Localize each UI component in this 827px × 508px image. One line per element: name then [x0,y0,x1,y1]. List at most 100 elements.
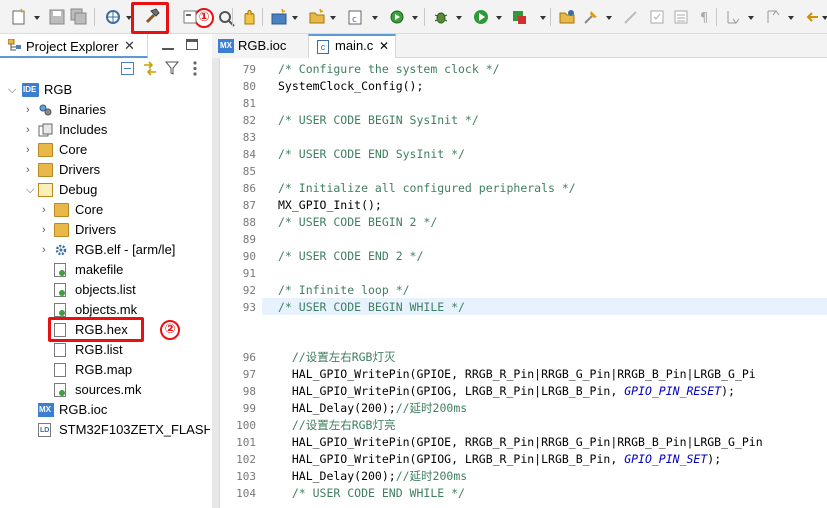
tree-item-debug-drivers[interactable]: › Drivers [0,220,210,240]
properties-icon[interactable] [182,8,200,26]
maximize-icon[interactable] [186,39,198,50]
tree-item-label: Drivers [59,162,101,177]
code-line[interactable]: SystemClock_Config(); [278,78,423,95]
tab-project-explorer[interactable]: Project Explorer ✕ [0,34,148,58]
new-source-icon[interactable]: c [346,8,364,26]
new-folder-icon[interactable] [308,8,326,26]
tree-item-sources-mk[interactable]: sources.mk [0,380,210,400]
pin-dropdown-icon[interactable] [606,16,612,20]
chevron-right-icon[interactable]: › [26,140,36,160]
chevron-right-icon[interactable]: › [42,220,52,240]
code-line[interactable]: /* Initialize all configured peripherals… [278,180,576,197]
debug-config-icon[interactable] [104,8,122,26]
next-annotation-icon[interactable] [724,8,742,26]
new-project-icon[interactable] [270,8,288,26]
pin-icon[interactable] [582,8,600,26]
collapse-all-icon[interactable] [121,62,134,75]
new-project-dropdown-icon[interactable] [292,16,298,20]
stop-dropdown-icon[interactable] [540,16,546,20]
chevron-down-icon[interactable]: ⌵ [26,180,36,200]
new-source-dropdown-icon[interactable] [372,16,378,20]
code-line[interactable]: //设置左右RGB灯灭 [278,349,396,366]
bug-icon[interactable] [432,8,450,26]
code-editor[interactable]: /* Configure the system clock */SystemCl… [212,58,827,508]
editor-annotation-ruler [212,58,220,508]
tab-rgb-ioc[interactable]: MX RGB.ioc [212,34,308,58]
tree-item-rgb-ioc[interactable]: MX RGB.ioc [0,400,210,420]
code-line[interactable]: HAL_GPIO_WritePin(GPIOG, LRGB_R_Pin|LRGB… [278,451,721,468]
mark-icon[interactable] [672,8,690,26]
open-task-icon[interactable] [558,8,576,26]
tree-item-rgb-map[interactable]: RGB.map [0,360,210,380]
link-with-editor-icon[interactable] [142,61,158,76]
new-folder-dropdown-icon[interactable] [330,16,336,20]
view-menu-icon[interactable] [192,60,198,77]
code-line[interactable]: /* USER CODE END WHILE */ [278,485,465,502]
hand-icon[interactable] [240,8,258,26]
close-icon[interactable]: ✕ [124,38,135,54]
line-number: 83 [242,131,256,144]
tree-item-objects-list[interactable]: objects.list [0,280,210,300]
svg-text:¶: ¶ [700,11,708,26]
prev-annotation-icon[interactable] [764,8,782,26]
tree-item-includes[interactable]: › Includes [0,120,210,140]
new-dropdown-icon[interactable] [34,16,40,20]
tree-item-rgb-project[interactable]: ⌵ IDE RGB [0,80,210,100]
tree-item-debug[interactable]: ⌵ Debug [0,180,210,200]
tree-item-drivers[interactable]: › Drivers [0,160,210,180]
run-config-dropdown-icon[interactable] [412,16,418,20]
tree-item-binaries[interactable]: › Binaries [0,100,210,120]
prev-annotation-dropdown-icon[interactable] [788,16,794,20]
save-all-icon[interactable] [70,8,88,26]
toggle-icon[interactable] [648,8,666,26]
chevron-right-icon[interactable]: › [26,120,36,140]
tree-item-core[interactable]: › Core [0,140,210,160]
line-number: 99 [242,402,256,415]
code-line[interactable]: /* USER CODE BEGIN WHILE */ [278,299,465,316]
code-line[interactable]: HAL_GPIO_WritePin(GPIOE, RRGB_R_Pin|RRGB… [278,366,756,383]
chevron-right-icon[interactable]: › [42,200,52,220]
tree-item-label: RGB [44,82,73,97]
tree-item-linker-script[interactable]: LD STM32F103ZETX_FLASH.ld [0,420,210,440]
code-line[interactable]: /* USER CODE END SysInit */ [278,146,465,163]
run-dropdown-icon[interactable] [496,16,502,20]
back-icon[interactable] [804,8,822,26]
tree-item-makefile[interactable]: makefile [0,260,210,280]
code-text: ); [721,384,735,398]
tab-main-c[interactable]: c main.c ✕ [308,34,396,59]
code-line[interactable]: /* Infinite loop */ [278,282,410,299]
run-config-icon[interactable] [388,8,406,26]
save-icon[interactable] [48,8,66,26]
chevron-down-icon[interactable]: ⌵ [8,80,18,100]
run-icon[interactable] [472,8,490,26]
code-comment: //延时200ms [395,469,468,483]
chevron-right-icon[interactable]: › [42,240,52,260]
code-line[interactable]: HAL_GPIO_WritePin(GPIOE, RRGB_R_Pin|RRGB… [278,434,763,451]
line-number: 84 [242,148,256,161]
chevron-right-icon[interactable]: › [26,100,36,120]
code-line[interactable]: /* USER CODE BEGIN SysInit */ [278,112,479,129]
search-icon[interactable] [218,10,235,28]
tree-item-rgb-elf[interactable]: › RGB.elf - [arm/le] [0,240,210,260]
back-dropdown-icon[interactable] [822,16,827,20]
code-line[interactable]: HAL_Delay(200);//延时200ms [278,400,467,417]
code-line[interactable]: HAL_GPIO_WritePin(GPIOG, LRGB_R_Pin|LRGB… [278,383,735,400]
code-line[interactable]: //设置左右RGB灯亮 [278,417,396,434]
next-annotation-dropdown-icon[interactable] [748,16,754,20]
code-line[interactable]: MX_GPIO_Init(); [278,197,382,214]
edit-icon[interactable] [622,8,640,26]
tree-item-rgb-list[interactable]: RGB.list [0,340,210,360]
code-line[interactable]: HAL_Delay(200);//延时200ms [278,468,467,485]
stop-icon[interactable] [510,8,528,26]
minimize-icon[interactable] [162,40,174,50]
code-line[interactable]: /* USER CODE END 2 */ [278,248,423,265]
tree-item-debug-core[interactable]: › Core [0,200,210,220]
code-line[interactable]: /* USER CODE BEGIN 2 */ [278,214,437,231]
new-icon[interactable] [10,8,28,26]
filter-icon[interactable] [164,61,180,76]
bug-dropdown-icon[interactable] [456,16,462,20]
close-icon[interactable]: ✕ [379,34,389,58]
chevron-right-icon[interactable]: › [26,160,36,180]
code-line[interactable]: /* Configure the system clock */ [278,61,500,78]
pilcrow-icon[interactable]: ¶ [696,8,714,26]
